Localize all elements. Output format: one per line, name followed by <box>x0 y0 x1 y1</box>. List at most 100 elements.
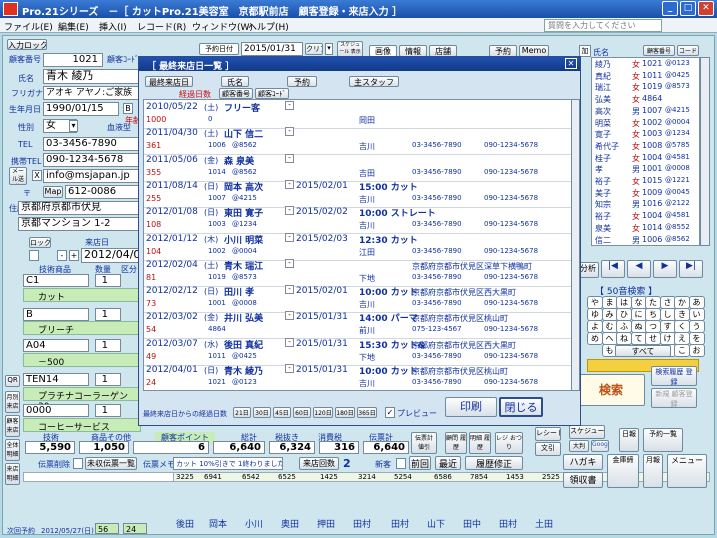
item-qty-field[interactable]: 1 <box>95 404 121 417</box>
bottom-name[interactable]: 奥田 <box>281 517 299 530</box>
monthly-visit-button[interactable]: 月別 来店 <box>5 391 20 413</box>
big-button[interactable]: 大判 <box>569 440 589 452</box>
last-visit-list[interactable]: 2010/05/22 (土) フリー客 - 1000 0 岡田 2011/04/30 (土) 山下… <box>143 99 574 391</box>
furigana-field[interactable]: アオキ アヤノ:ご家族 <box>43 86 139 100</box>
safe-close-button[interactable]: 金庫締 <box>607 454 639 488</box>
addr2-field[interactable]: 京都マンション 1-2 <box>18 217 139 231</box>
last-visit-row[interactable]: 2012/02/04 (土) 青木 瑞江 - 81 1019 @8573 下地 京都府京都市伏見… <box>144 258 573 287</box>
last-visit-row[interactable]: 2011/08/14 (日) 岡本 高次 -2015/02/01 15:00 カット 25… <box>144 179 573 208</box>
last-visit-row[interactable]: 2010/05/22 (土) フリー客 - 1000 0 岡田 <box>144 100 573 129</box>
menu-record[interactable]: レコード(R) <box>137 20 186 33</box>
days-180-button[interactable]: 180日 <box>335 407 355 418</box>
days-30-button[interactable]: 30日 <box>253 407 271 418</box>
customer-list-item[interactable]: 綾乃 女 1021 @0123 <box>592 59 699 70</box>
days-365-button[interactable]: 365日 <box>357 407 377 418</box>
cust-no-field[interactable]: 1021 <box>43 53 103 67</box>
bottom-name[interactable]: 土田 <box>535 517 553 530</box>
google-button[interactable]: Google <box>591 440 609 452</box>
reserve-date-field[interactable]: 2015/01/31 <box>241 42 303 56</box>
days-21-button[interactable]: 21日 <box>233 407 251 418</box>
preview-checkbox[interactable]: ✓ <box>385 407 395 418</box>
item-qty-field[interactable]: 1 <box>95 373 121 386</box>
question-input[interactable]: 質問を入力してください <box>544 19 662 32</box>
dialog-close-button[interactable]: 閉じる <box>499 397 543 417</box>
cust-visit-button[interactable]: 顧客 来店 <box>5 415 20 437</box>
customer-list-item[interactable]: 弘美 女 4864 <box>592 94 699 105</box>
clear-button[interactable]: クリア <box>305 43 323 55</box>
name-field[interactable]: 青木 綾乃 <box>43 69 139 84</box>
date-minus-button[interactable]: - <box>57 250 67 261</box>
customer-list-item[interactable]: 裕子 女 1015 @1221 <box>592 176 699 187</box>
birth-field[interactable]: 1990/01/15 <box>43 102 119 116</box>
input-lock-button[interactable]: 入力ロック <box>7 39 47 50</box>
customer-list-item[interactable]: 桂子 女 1004 @4581 <box>592 153 699 164</box>
bottom-name[interactable]: 田村 <box>391 517 409 530</box>
reserve-list-button[interactable]: 予約一覧 <box>643 428 683 452</box>
customer-list-item[interactable]: 明菜 女 1002 @0004 <box>592 118 699 129</box>
item-qty-field[interactable]: 1 <box>95 308 121 321</box>
postcard-button[interactable]: ハガキ <box>563 454 603 470</box>
item-code-field[interactable]: C1 <box>23 274 89 287</box>
kana-all-button[interactable]: すべて <box>615 345 671 357</box>
customer-list-scrollbar[interactable] <box>700 57 710 246</box>
customer-list-item[interactable]: 寛子 女 1003 @1234 <box>592 129 699 140</box>
slip-delete-label[interactable]: 伝票削除 <box>38 459 70 470</box>
code-sort-button[interactable]: コード <box>677 45 699 56</box>
sort-last-visit-button[interactable]: 最終来店日 <box>145 76 193 87</box>
sort-staff-button[interactable]: 主スタッフ <box>349 76 399 87</box>
mail-send-button[interactable]: メール送信 <box>9 167 27 185</box>
search-button[interactable]: 検索 <box>577 374 645 406</box>
receipt-button[interactable]: レシート <box>535 427 561 441</box>
qr-button[interactable]: QR <box>5 375 20 387</box>
birth-b-button[interactable]: B <box>123 103 133 114</box>
sort-custno-button[interactable]: 顧客番号 <box>219 88 253 99</box>
bottom-name[interactable]: 田中 <box>463 517 481 530</box>
item-code-field[interactable]: TEN14 <box>23 373 89 386</box>
menu-file[interactable]: ファイル(E) <box>4 20 53 33</box>
customer-list-item[interactable]: 孝 男 1001 @0008 <box>592 164 699 175</box>
addr1-field[interactable]: 京都府京都市伏見 <box>18 201 139 215</box>
customer-list-item[interactable]: 知宗 男 1016 @2122 <box>592 199 699 210</box>
history-fix-button[interactable]: 履歴修正 <box>465 456 523 470</box>
search-history-button[interactable]: 検索履歴 登録 <box>651 366 697 386</box>
visit-count-button[interactable]: 来店回数 <box>299 457 339 470</box>
customer-list-item[interactable]: 希代子 女 1008 @5785 <box>592 141 699 152</box>
kana-button[interactable]: こ <box>674 344 690 357</box>
all-detail-button[interactable]: 全体 明細 <box>5 439 20 461</box>
dialog-list-scrollbar[interactable] <box>571 99 580 391</box>
receipt-print-button[interactable]: 領収書 <box>563 472 603 488</box>
reserve-dropdown-icon[interactable]: ▾ <box>325 43 333 55</box>
sex-dropdown-icon[interactable]: ▾ <box>69 120 78 132</box>
item-code-field[interactable]: 0000 <box>23 404 89 417</box>
sort-reserve-button[interactable]: 予約 <box>287 76 317 87</box>
history-button[interactable]: 顧問 履歴 <box>445 432 467 454</box>
last-visit-row[interactable]: 2012/01/08 (日) 東田 寛子 -2015/02/02 10:00 ストレート… <box>144 205 573 235</box>
mail-x-button[interactable]: X <box>32 170 42 181</box>
map-button[interactable]: Map <box>43 186 63 198</box>
menu-window[interactable]: ウィンドウ(W) <box>192 20 253 33</box>
bottom-name[interactable]: 小川 <box>245 517 263 530</box>
lock-button[interactable]: ロック <box>29 237 51 248</box>
bottom-name[interactable]: 押田 <box>317 517 335 530</box>
customer-list-item[interactable]: 高次 男 1007 @4215 <box>592 106 699 117</box>
kana-button[interactable]: お <box>688 344 705 357</box>
register-change-button[interactable]: レジ おつり <box>495 432 523 454</box>
slip-discount-button[interactable]: 伝票計 値引 <box>411 432 437 454</box>
last-visit-row[interactable]: 2012/04/01 (日) 青木 綾乃 -2015/01/31 10:00 カット 24… <box>144 363 573 390</box>
new-customer-button[interactable]: 新規 顧客登録 <box>651 388 697 408</box>
bottom-name[interactable]: 後田 <box>176 517 194 530</box>
schedule-view-button[interactable]: スケジュール 表示 <box>337 41 363 57</box>
bunbiki-button[interactable]: 文引 <box>535 442 561 456</box>
customer-list-item[interactable]: 裕子 女 1004 @4581 <box>592 211 699 222</box>
lock-checkbox[interactable] <box>29 250 39 261</box>
menu-button[interactable]: メニュー <box>667 454 707 488</box>
customer-list-item[interactable]: 泉美 女 1014 @8552 <box>592 223 699 234</box>
visit-detail-button[interactable]: 来店 明細 <box>5 463 20 485</box>
sort-custcode-button[interactable]: 顧客ｺｰﾄﾞ <box>255 88 289 99</box>
bottom-name[interactable]: 田村 <box>499 517 517 530</box>
last-visit-row[interactable]: 2012/03/07 (水) 後田 真紀 -2015/01/31 15:30 カット& 4… <box>144 337 573 366</box>
detail-history-button[interactable]: 明細 履歴 <box>469 432 491 454</box>
prev-button[interactable]: 前回 <box>409 456 431 470</box>
monthly-report-button[interactable]: 月報 <box>643 454 663 488</box>
days-60-button[interactable]: 60日 <box>293 407 311 418</box>
